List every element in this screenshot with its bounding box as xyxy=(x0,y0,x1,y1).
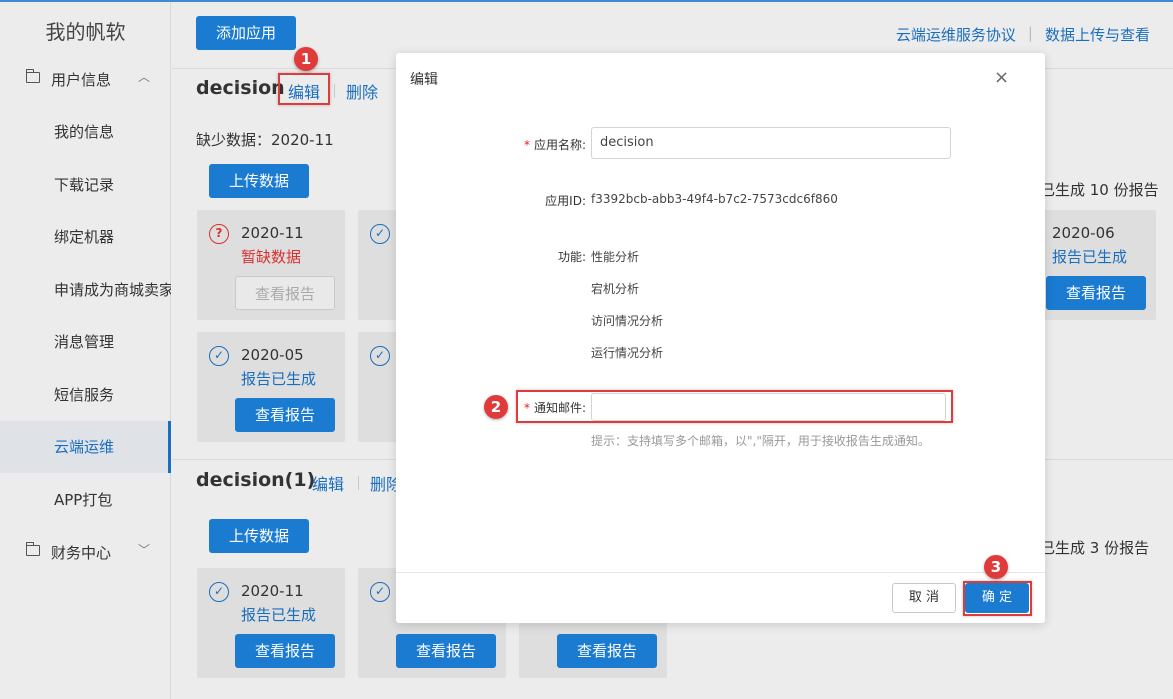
card-month: 2020-05 xyxy=(241,346,304,364)
card-month: 2020-11 xyxy=(241,582,304,600)
sidebar-item-messages[interactable]: 消息管理 xyxy=(0,316,171,368)
sidebar-item-downloads[interactable]: 下载记录 xyxy=(0,159,171,211)
report-card: ✓ 2020-11 报告已生成 查看报告 xyxy=(197,568,345,678)
feature-item: 性能分析 xyxy=(591,250,640,264)
view-report-button[interactable]: 查看报告 xyxy=(396,634,496,668)
sidebar-group-label: 财务中心 xyxy=(51,544,112,562)
report-count: 已生成 3 份报告 xyxy=(1040,539,1150,557)
card-month: 2020-11 xyxy=(241,224,304,242)
app-name-label: * 应用名称: xyxy=(523,138,586,152)
check-circle-icon: ✓ xyxy=(370,346,390,366)
dialog-title: 编辑 xyxy=(410,72,438,88)
sidebar-group-user-info[interactable]: 用户信息 ︿ xyxy=(0,59,171,99)
sidebar: 我的帆软 用户信息 ︿ 我的信息 下载记录 绑定机器 申请成为商城卖家 消息管理… xyxy=(0,2,171,699)
dialog-footer-divider xyxy=(396,572,1045,573)
app-title: decision xyxy=(196,77,285,99)
edit-dialog: 编辑 × * 应用名称: decision 应用ID: f3392bcb-abb3… xyxy=(396,53,1045,623)
cancel-button[interactable]: 取 消 xyxy=(892,583,956,613)
data-upload-link[interactable]: 数据上传与查看 xyxy=(1045,24,1150,45)
upload-data-button[interactable]: 上传数据 xyxy=(209,519,309,553)
card-month: 2020-06 xyxy=(1052,224,1115,242)
brand-title: 我的帆软 xyxy=(45,20,126,44)
question-icon: ? xyxy=(209,224,229,244)
chevron-down-icon: ﹀ xyxy=(138,543,151,557)
feature-item: 访问情况分析 xyxy=(591,314,664,328)
close-icon[interactable]: × xyxy=(994,69,1009,87)
sidebar-item-sms[interactable]: 短信服务 xyxy=(0,369,171,421)
check-circle-icon: ✓ xyxy=(209,582,229,602)
missing-data-text: 缺少数据：2020-11 xyxy=(196,131,334,149)
confirm-highlight xyxy=(963,581,1032,616)
chevron-up-icon: ︿ xyxy=(138,70,151,84)
app-name-input[interactable]: decision xyxy=(591,127,951,159)
feature-item: 运行情况分析 xyxy=(591,346,664,360)
folder-icon xyxy=(25,542,40,556)
step-badge-2: 2 xyxy=(484,395,508,419)
sidebar-item-cloud-ops[interactable]: 云端运维 xyxy=(0,421,171,473)
edit-link[interactable]: 编辑 xyxy=(312,471,344,495)
email-highlight xyxy=(516,390,953,423)
card-status: 报告已生成 xyxy=(241,606,317,624)
check-circle-icon: ✓ xyxy=(370,582,390,602)
card-status: 报告已生成 xyxy=(1052,248,1128,266)
sidebar-group-label: 用户信息 xyxy=(51,71,112,89)
folder-icon xyxy=(25,69,40,83)
card-status: 报告已生成 xyxy=(241,370,317,388)
feature-item: 宕机分析 xyxy=(591,282,640,296)
top-links: 云端运维服务协议 | 数据上传与查看 xyxy=(895,24,1150,45)
edit-highlight xyxy=(278,73,330,105)
app-title: decision(1) xyxy=(196,469,316,491)
sidebar-item-my-info[interactable]: 我的信息 xyxy=(0,106,171,158)
report-count: 已生成 10 份报告 xyxy=(1040,181,1159,199)
view-report-button[interactable]: 查看报告 xyxy=(235,276,335,310)
step-badge-1: 1 xyxy=(294,47,318,71)
view-report-button[interactable]: 查看报告 xyxy=(235,634,335,668)
features-label: 功能: xyxy=(557,250,586,264)
upload-data-button[interactable]: 上传数据 xyxy=(209,164,309,198)
add-app-button[interactable]: 添加应用 xyxy=(196,16,296,50)
view-report-button[interactable]: 查看报告 xyxy=(557,634,657,668)
view-report-button[interactable]: 查看报告 xyxy=(1046,276,1146,310)
card-status: 暂缺数据 xyxy=(241,248,302,266)
sidebar-group-finance[interactable]: 财务中心 ﹀ xyxy=(0,532,171,572)
view-report-button[interactable]: 查看报告 xyxy=(235,398,335,432)
sidebar-item-bind-machine[interactable]: 绑定机器 xyxy=(0,211,171,263)
service-agreement-link[interactable]: 云端运维服务协议 xyxy=(896,24,1016,45)
report-card: ? 2020-11 暂缺数据 查看报告 xyxy=(197,210,345,320)
check-circle-icon: ✓ xyxy=(370,224,390,244)
delete-link[interactable]: 删除 xyxy=(346,79,378,103)
sidebar-item-app-pack[interactable]: APP打包 xyxy=(0,474,171,526)
sidebar-item-become-seller[interactable]: 申请成为商城卖家 xyxy=(0,264,171,316)
check-circle-icon: ✓ xyxy=(209,346,229,366)
app-id-value: f3392bcb-abb3-49f4-b7c2-7573cdc6f860 xyxy=(591,192,838,206)
email-hint: 提示：支持填写多个邮箱，以","隔开，用于接收报告生成通知。 xyxy=(591,434,930,448)
report-card: ✓ 2020-05 报告已生成 查看报告 xyxy=(197,332,345,442)
step-badge-3: 3 xyxy=(984,555,1008,579)
app-id-label: 应用ID: xyxy=(545,194,586,208)
